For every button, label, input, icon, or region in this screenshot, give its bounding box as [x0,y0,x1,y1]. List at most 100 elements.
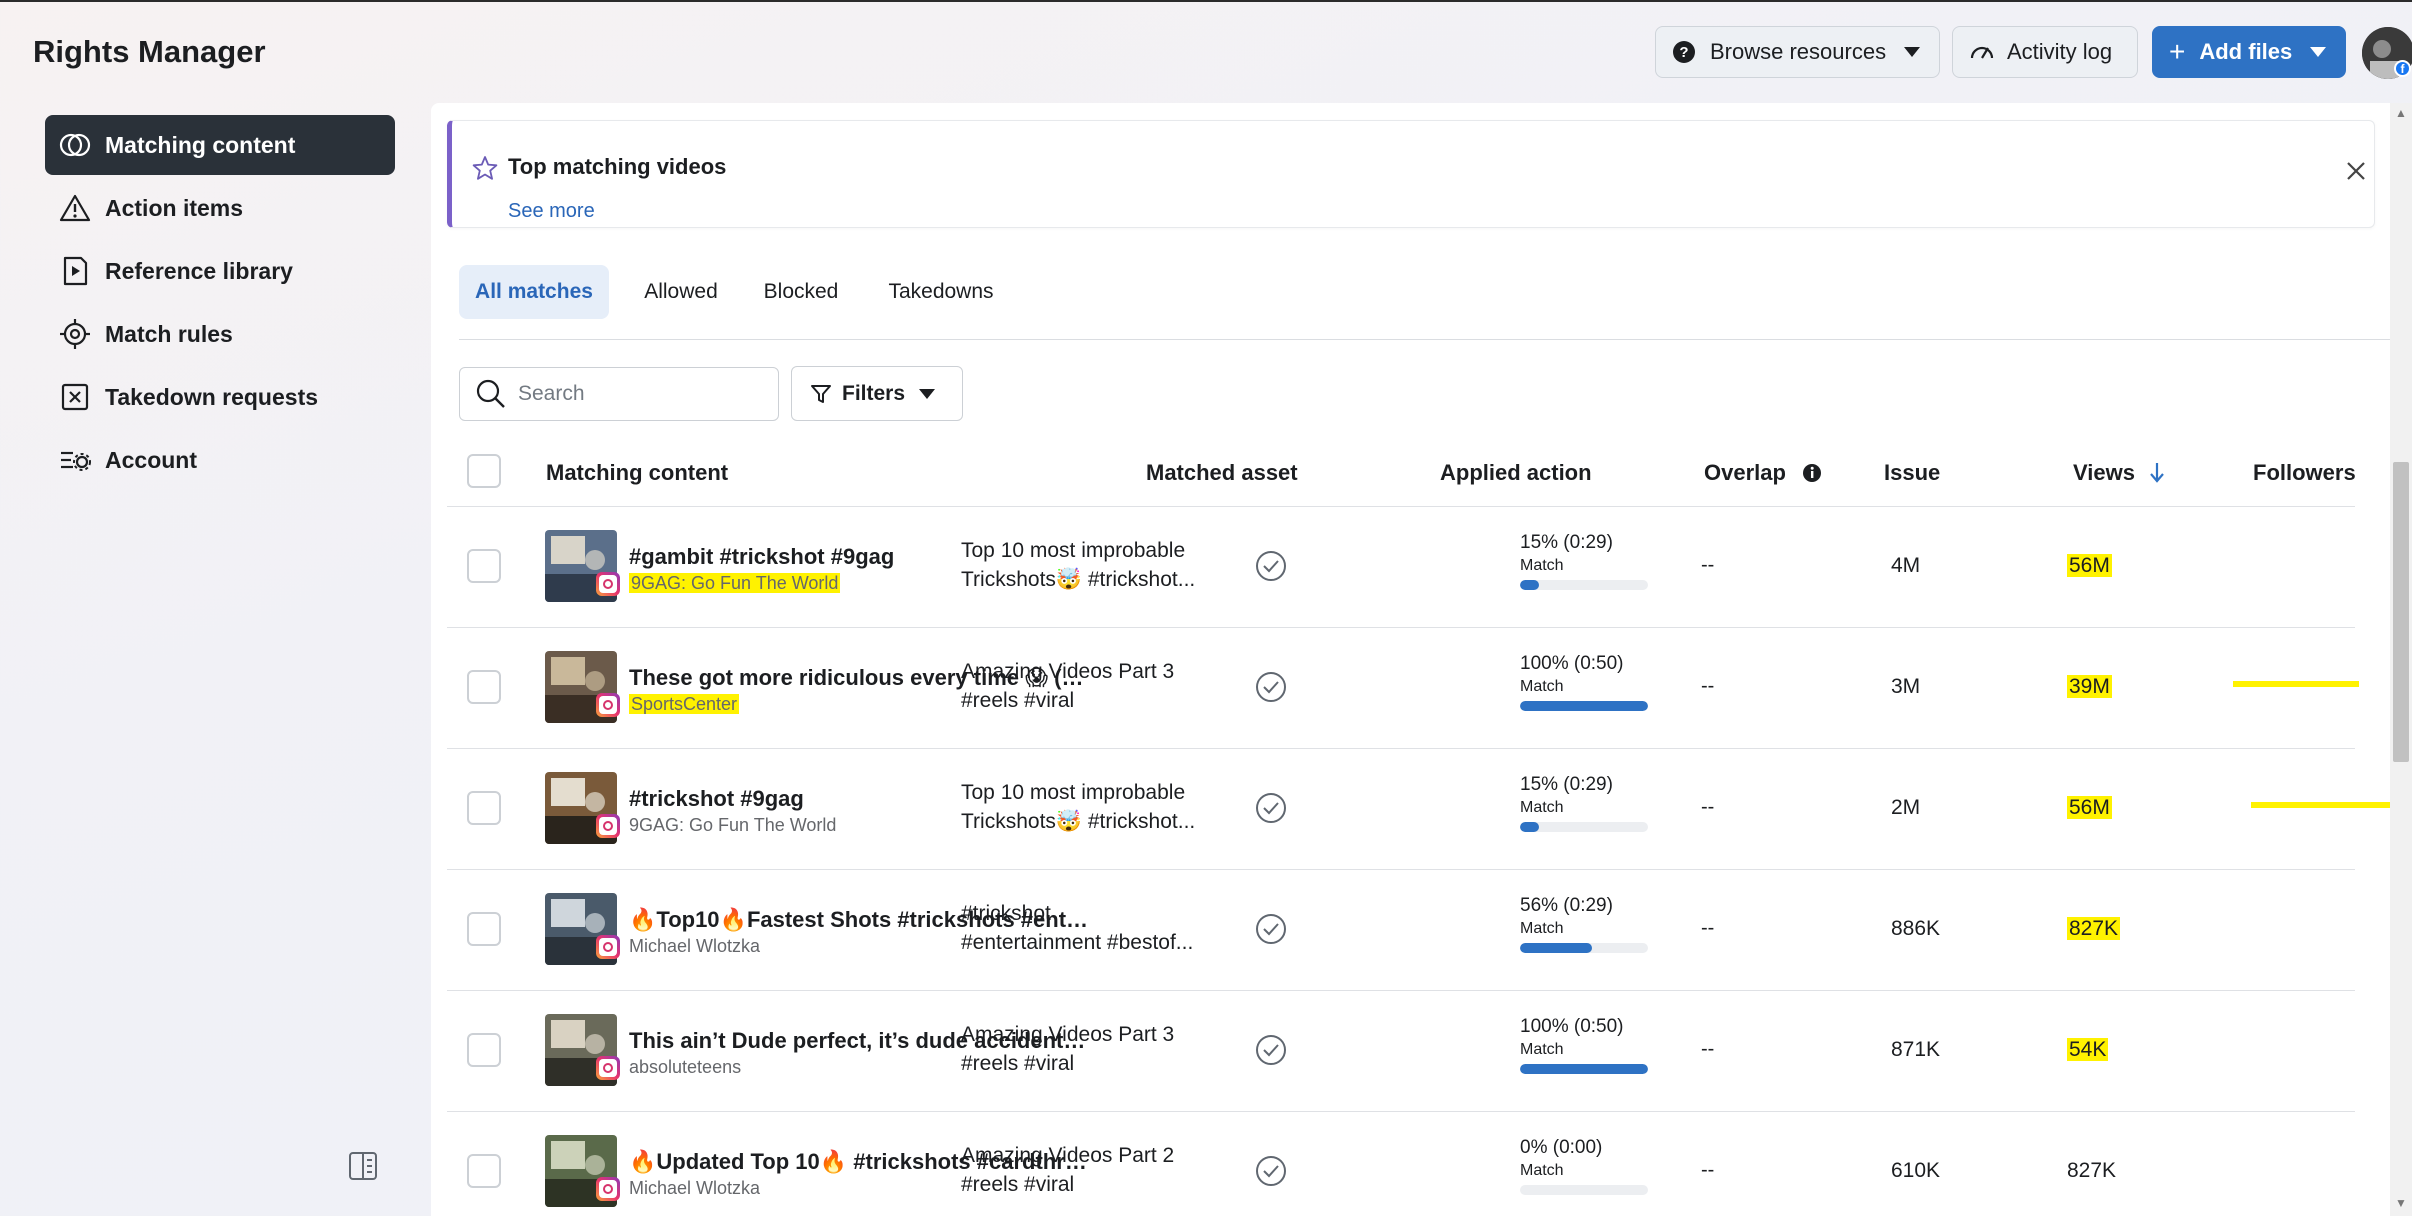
overlap-value: 15% (0:29) [1520,774,1613,795]
see-more-link[interactable]: See more [508,200,595,223]
row-checkbox[interactable] [467,670,501,704]
caret-down-icon [2310,47,2327,57]
content-account-name: Michael Wlotzka [629,936,761,956]
content-account-name: 9GAG: Go Fun The World [629,815,837,835]
header-followers[interactable]: Followers [2253,460,2388,486]
overlap-progress-bar [1520,1064,1648,1074]
tab-allowed[interactable]: Allowed [631,265,731,319]
issue-value: -- [1701,917,1715,939]
activity-log-button[interactable]: Activity log [1952,26,2138,78]
tab-all-matches[interactable]: All matches [459,265,609,319]
crosshair-icon [60,319,90,349]
issue-value: -- [1701,1038,1715,1060]
content-title[interactable]: #trickshot #9gag [629,786,804,812]
sidebar-item-takedown-requests[interactable]: Takedown requests [45,367,395,427]
followers-value: 827K [2067,917,2121,941]
followers-value: 54K [2067,1038,2109,1062]
overlap-progress-bar [1520,822,1648,832]
content-title[interactable]: #gambit #trickshot #9gag [629,544,894,570]
sidebar-item-label: Match rules [105,320,233,347]
info-icon[interactable] [1802,463,1822,483]
filters-button[interactable]: Filters [791,366,963,421]
matched-asset-line1: Amazing Videos Part 3 [961,660,1175,683]
top-matching-banner: Top matching videos See more [447,120,2375,228]
followers-number: 39M [2067,675,2112,698]
matched-asset-line2: #reels #viral [961,1052,1075,1075]
scrollbar-thumb[interactable] [2393,462,2409,762]
close-icon[interactable] [2345,160,2367,182]
header-matching-content[interactable]: Matching content [546,460,728,486]
overlap-match-label: Match [1520,1162,1564,1179]
sidebar-item-label: Reference library [105,257,293,284]
header-issue[interactable]: Issue [1884,460,1940,486]
sidebar-item-action-items[interactable]: Action items [45,178,395,238]
header-overlap[interactable]: Overlap [1704,460,1822,486]
activity-log-label: Activity log [2007,39,2113,64]
facebook-badge-icon: f [2394,60,2411,77]
tab-blocked[interactable]: Blocked [751,265,851,319]
views-value: 871K [1891,1038,1941,1061]
matched-asset-line2: #reels #viral [961,1173,1075,1196]
browse-resources-label: Browse resources [1710,39,1887,64]
tab-takedowns[interactable]: Takedowns [871,265,1011,319]
followers-value: 56M [2067,554,2112,578]
matched-asset-line2: Trickshots🤯 #trickshot... [961,810,1196,833]
matched-asset[interactable]: Top 10 most improbable Trickshots🤯 #tric… [961,778,1211,836]
instagram-icon [596,1177,620,1201]
collapse-sidebar-icon[interactable] [348,1151,378,1181]
filters-label: Filters [842,381,906,405]
browse-resources-button[interactable]: ? Browse resources [1655,26,1940,78]
matched-asset-line2: #entertainment #bestof... [961,931,1194,954]
warning-icon [59,194,91,222]
matched-asset[interactable]: Top 10 most improbable Trickshots🤯 #tric… [961,536,1211,594]
scroll-down-arrow-icon[interactable]: ▼ [2393,1196,2409,1212]
instagram-icon [596,572,620,596]
sidebar-item-account[interactable]: Account [45,430,395,490]
content-account[interactable]: absoluteteens [629,1057,741,1078]
header-matched-asset[interactable]: Matched asset [1146,460,1298,486]
matched-asset-line1: #trickshot [961,902,1051,925]
select-all-checkbox[interactable] [467,454,501,488]
search-input[interactable]: Search [459,367,779,421]
settings-list-icon [61,451,91,471]
row-checkbox[interactable] [467,549,501,583]
matched-asset-line1: Amazing Videos Part 3 [961,1023,1175,1046]
filter-icon [811,384,831,403]
content-account[interactable]: 9GAG: Go Fun The World [629,815,836,836]
row-checkbox[interactable] [467,912,501,946]
matched-asset[interactable]: Amazing Videos Part 3 #reels #viral [961,1020,1211,1078]
matched-asset-line1: Top 10 most improbable [961,539,1186,562]
highlight-marker-stroke [2233,681,2359,687]
content-account[interactable]: 9GAG: Go Fun The World [629,573,841,594]
matched-asset[interactable]: Amazing Videos Part 2 #reels #viral [961,1141,1211,1199]
star-icon [472,156,498,180]
header-views[interactable]: Views [2073,460,2165,486]
instagram-icon [596,814,620,838]
row-checkbox[interactable] [467,791,501,825]
row-checkbox[interactable] [467,1154,501,1188]
applied-action-check-icon [1256,793,1286,823]
matched-asset[interactable]: #trickshot #entertainment #bestof... [961,899,1211,957]
sidebar-item-reference-library[interactable]: Reference library [45,241,395,301]
instagram-icon [596,935,620,959]
content-account[interactable]: Michael Wlotzka [629,1178,760,1199]
tabs-divider [459,339,2391,340]
matched-asset[interactable]: Amazing Videos Part 3 #reels #viral [961,657,1211,715]
row-checkbox[interactable] [467,1033,501,1067]
overlap-value: 100% (0:50) [1520,1016,1624,1037]
header-applied-action[interactable]: Applied action [1440,460,1592,486]
content-account[interactable]: Michael Wlotzka [629,936,760,957]
add-files-button[interactable]: + Add files [2152,26,2346,78]
help-icon: ? [1673,41,1695,63]
sidebar-item-label: Takedown requests [105,383,319,410]
scroll-up-arrow-icon[interactable]: ▲ [2393,106,2409,122]
sidebar-item-match-rules[interactable]: Match rules [45,304,395,364]
header-views-label: Views [2073,460,2135,485]
content-account[interactable]: SportsCenter [629,694,740,715]
sidebar-item-matching-content[interactable]: Matching content [45,115,395,175]
issue-value: -- [1701,796,1715,818]
overlap-progress-fill [1520,580,1540,590]
followers-number: 827K [2067,917,2121,940]
activity-gauge-icon [1970,46,1994,59]
followers-value: 827K [2067,1159,2116,1183]
